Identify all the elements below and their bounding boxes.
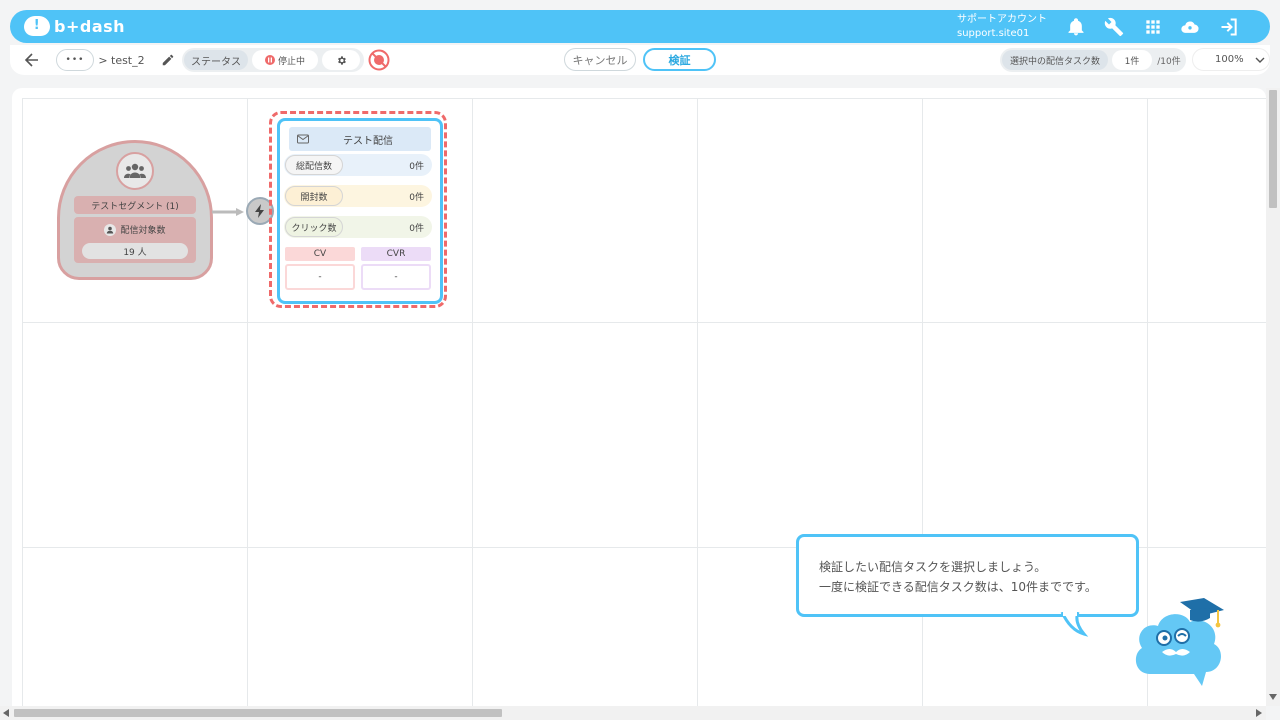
zoom-select[interactable]: 100% — [1192, 48, 1270, 71]
breadcrumb-menu-button[interactable]: ••• — [56, 49, 94, 71]
person-icon — [104, 223, 117, 236]
scroll-left-icon[interactable] — [3, 709, 9, 717]
logo-text: b+dash — [54, 16, 126, 36]
mail-icon — [297, 134, 309, 144]
selected-task-counter: 選択中の配信タスク数 1件 /10件 — [1000, 48, 1186, 72]
grid-apps-icon[interactable] — [1143, 17, 1163, 37]
flow-name: test_2 — [111, 53, 145, 67]
status-control: ステータス 停止中 — [182, 48, 364, 72]
group-users-icon — [116, 152, 154, 190]
app-logo[interactable]: ! b+dash — [24, 16, 125, 36]
pause-circle-icon — [264, 55, 275, 65]
vertical-scrollbar[interactable] — [1266, 88, 1280, 706]
horizontal-scrollbar[interactable] — [0, 706, 1266, 720]
mascot-cloud-icon — [1135, 598, 1224, 686]
segment-target-label: 配信対象数 — [120, 226, 166, 236]
tooltip-line-2: 一度に検証できる配信タスク数は、10件までです。 — [819, 580, 1097, 594]
selected-task-max: /10件 — [1157, 56, 1181, 67]
segment-target: 配信対象数 19 人 — [74, 217, 196, 263]
gear-icon — [337, 55, 346, 65]
selected-task-label: 選択中の配信タスク数 — [1002, 50, 1108, 70]
grid-line — [247, 98, 248, 706]
cv-value: - — [285, 264, 355, 290]
help-cloud-icon[interactable] — [1180, 17, 1200, 37]
metric-value: 0件 — [409, 161, 424, 172]
guide-tooltip: 検証したい配信タスクを選択しましょう。 一度に検証できる配信タスク数は、10件ま… — [796, 534, 1139, 617]
scroll-right-icon[interactable] — [1256, 709, 1262, 717]
grid-line — [472, 98, 473, 706]
account-info[interactable]: サポートアカウント support.site01 — [957, 13, 1047, 41]
status-value[interactable]: 停止中 — [252, 50, 318, 70]
metric-opens: 開封数 0件 — [284, 185, 432, 207]
tooltip-tail — [1060, 612, 1089, 637]
vertical-scroll-thumb[interactable] — [1269, 90, 1277, 208]
bell-icon[interactable] — [1066, 17, 1086, 37]
task-title-bar: テスト配信 — [289, 127, 431, 151]
cv-label: CV — [285, 247, 355, 261]
status-settings-button[interactable] — [322, 50, 360, 70]
selected-task-count: 1件 — [1112, 50, 1152, 70]
wrench-icon[interactable] — [1104, 17, 1124, 37]
cvr-value: - — [361, 264, 431, 290]
account-name: サポートアカウント — [957, 14, 1047, 25]
metric-label: クリック数 — [285, 217, 343, 237]
segment-title: テストセグメント (1) — [74, 196, 196, 214]
breadcrumb-separator: > — [98, 53, 108, 67]
segment-target-header: 配信対象数 — [74, 223, 196, 236]
verify-button[interactable]: 検証 — [643, 48, 716, 71]
cancel-button[interactable]: キャンセル — [564, 48, 636, 71]
top-header: ! b+dash サポートアカウント support.site01 — [10, 10, 1270, 43]
zoom-value: 100% — [1215, 54, 1244, 65]
metric-label: 開封数 — [285, 186, 343, 206]
cvr-label: CVR — [361, 247, 431, 261]
horizontal-scroll-thumb[interactable] — [14, 709, 502, 717]
scroll-down-icon[interactable] — [1269, 694, 1277, 700]
grid-line — [697, 98, 698, 706]
logout-icon[interactable] — [1219, 17, 1239, 37]
tooltip-line-1: 検証したい配信タスクを選択しましょう。 — [819, 560, 1047, 574]
status-value-text: 停止中 — [277, 56, 305, 67]
segment-target-count: 19 人 — [82, 243, 188, 259]
delivery-task-node[interactable]: テスト配信 総配信数 0件 開封数 0件 クリック数 0件 CV - CVR - — [277, 118, 443, 304]
connector-arrow-icon — [212, 208, 244, 216]
grid-line — [22, 322, 1266, 323]
metric-value: 0件 — [409, 192, 424, 203]
logo-cloud-icon: ! — [24, 16, 50, 36]
status-label: ステータス — [184, 50, 248, 70]
metric-clicks: クリック数 0件 — [284, 216, 432, 238]
metric-value: 0件 — [409, 223, 424, 234]
flow-toolbar: ••• > test_2 ステータス 停止中 キャンセル 検証 選択中の配信タス… — [10, 45, 1270, 75]
account-site: support.site01 — [957, 28, 1030, 39]
pencil-icon[interactable] — [161, 53, 175, 67]
metric-label: 総配信数 — [285, 155, 343, 175]
arrow-left-icon[interactable] — [24, 53, 40, 67]
unsubscribe-block-icon[interactable] — [368, 49, 390, 71]
chevron-down-icon — [1255, 57, 1265, 63]
task-title: テスト配信 — [343, 135, 393, 147]
metric-total-sent: 総配信数 0件 — [284, 154, 432, 176]
